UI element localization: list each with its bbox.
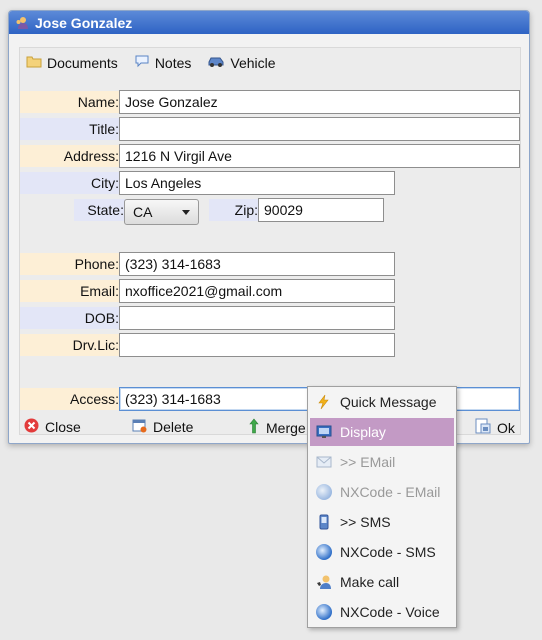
- contact-window: Jose Gonzalez Documents Notes Vehicle Na…: [8, 10, 530, 444]
- merge-button[interactable]: Merge: [248, 418, 306, 437]
- menu-item-label: Make call: [340, 574, 400, 590]
- access-context-menu: Quick Message Display >> EMail NXCode - …: [307, 386, 457, 628]
- contact-person-icon: [15, 16, 29, 30]
- address-label: Address:: [20, 145, 120, 167]
- tab-vehicle[interactable]: Vehicle: [207, 54, 276, 71]
- menu-item-label: NXCode - SMS: [340, 544, 436, 560]
- ok-button[interactable]: Ok: [475, 418, 515, 437]
- merge-button-label: Merge: [266, 419, 306, 436]
- title-label: Title:: [20, 118, 120, 140]
- window-title: Jose Gonzalez: [35, 14, 133, 31]
- phone-field[interactable]: (323) 314-1683: [119, 252, 395, 276]
- zip-label: Zip:: [209, 199, 259, 221]
- nxcode-icon: [316, 484, 332, 500]
- close-icon: [24, 418, 39, 436]
- menu-item-label: NXCode - EMail: [340, 484, 441, 500]
- menu-item-email[interactable]: >> EMail: [310, 448, 454, 476]
- menu-item-label: Display: [340, 424, 386, 440]
- ok-button-label: Ok: [497, 419, 515, 436]
- tab-notes-label: Notes: [154, 54, 192, 71]
- merge-icon: [248, 418, 260, 437]
- title-bar[interactable]: Jose Gonzalez: [9, 11, 529, 34]
- menu-item-nxcode-sms[interactable]: NXCode - SMS: [310, 538, 454, 566]
- chevron-down-icon: [182, 210, 190, 215]
- mobile-phone-icon: [316, 514, 332, 530]
- dob-label: DOB:: [20, 307, 120, 329]
- name-label: Name:: [20, 91, 120, 113]
- menu-item-nxcode-voice[interactable]: NXCode - Voice: [310, 598, 454, 626]
- phone-call-icon: [316, 574, 332, 590]
- phone-label: Phone:: [20, 253, 120, 275]
- tab-vehicle-label: Vehicle: [230, 54, 276, 71]
- tab-bar: Documents Notes Vehicle: [26, 54, 276, 71]
- contact-form: Documents Notes Vehicle Name: Jose Gonza…: [19, 47, 521, 437]
- nxcode-icon: [316, 544, 332, 560]
- access-label: Access:: [20, 388, 120, 410]
- city-label: City:: [20, 172, 120, 194]
- city-field[interactable]: Los Angeles: [119, 171, 395, 195]
- email-field[interactable]: nxoffice2021@gmail.com: [119, 279, 395, 303]
- address-field[interactable]: 1216 N Virgil Ave: [119, 144, 520, 168]
- delete-button-label: Delete: [153, 419, 194, 435]
- speech-bubble-icon: [134, 54, 150, 71]
- menu-item-make-call[interactable]: Make call: [310, 568, 454, 596]
- tab-notes[interactable]: Notes: [134, 54, 192, 71]
- folder-icon: [26, 54, 42, 71]
- state-select[interactable]: CA: [124, 199, 199, 225]
- state-label: State:: [74, 199, 125, 221]
- menu-item-label: NXCode - Voice: [340, 604, 440, 620]
- menu-item-label: >> EMail: [340, 454, 396, 470]
- menu-item-label: >> SMS: [340, 514, 391, 530]
- lightning-icon: [316, 394, 332, 410]
- save-icon: [475, 418, 491, 437]
- menu-item-nxcode-email[interactable]: NXCode - EMail: [310, 478, 454, 506]
- menu-item-label: Quick Message: [340, 394, 437, 410]
- monitor-icon: [316, 424, 332, 440]
- zip-field[interactable]: 90029: [258, 198, 384, 222]
- drivers-license-label: Drv.Lic:: [20, 334, 120, 356]
- menu-item-quick-message[interactable]: Quick Message: [310, 388, 454, 416]
- tab-documents-label: Documents: [47, 54, 118, 71]
- close-button[interactable]: Close: [24, 418, 81, 436]
- menu-item-sms[interactable]: >> SMS: [310, 508, 454, 536]
- drivers-license-field[interactable]: [119, 333, 395, 357]
- delete-icon: [132, 418, 147, 436]
- nxcode-icon: [316, 604, 332, 620]
- email-label: Email:: [20, 280, 120, 302]
- title-field[interactable]: [119, 117, 520, 141]
- tab-documents[interactable]: Documents: [26, 54, 118, 71]
- name-field[interactable]: Jose Gonzalez: [119, 90, 520, 114]
- menu-item-display[interactable]: Display: [310, 418, 454, 446]
- close-button-label: Close: [45, 419, 81, 435]
- envelope-icon: [316, 454, 332, 470]
- car-icon: [207, 54, 225, 71]
- state-select-value: CA: [133, 204, 153, 220]
- dob-field[interactable]: [119, 306, 395, 330]
- delete-button[interactable]: Delete: [132, 418, 193, 436]
